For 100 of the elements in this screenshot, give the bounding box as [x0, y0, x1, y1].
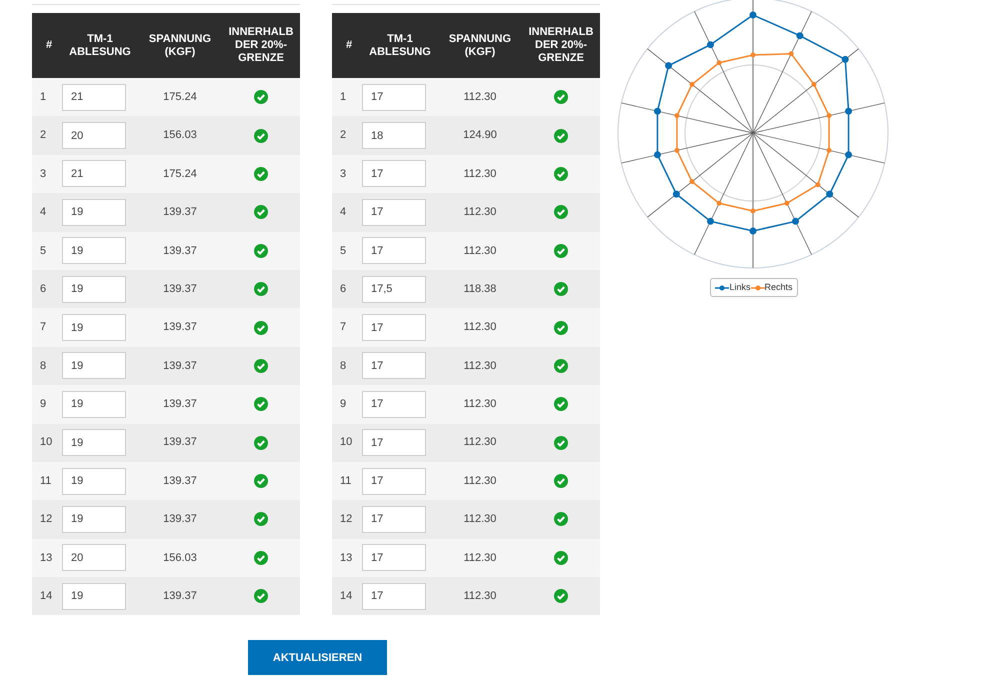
tension-value: 124.90 — [463, 128, 497, 144]
row-number: 4 — [339, 205, 346, 220]
row-number: 5 — [39, 244, 46, 258]
reading-input[interactable]: 17 — [362, 237, 426, 264]
reading-input[interactable]: 17 — [362, 582, 426, 610]
data-point — [750, 228, 756, 234]
row-number: 8 — [339, 358, 346, 374]
reading-input[interactable]: 19 — [62, 429, 126, 456]
reading-input[interactable]: 19 — [62, 237, 126, 264]
legend-label: Links — [729, 280, 750, 294]
row-number: 7 — [39, 320, 46, 336]
column-header: SPANNUNG (KGF) — [148, 32, 212, 58]
row-number: 6 — [39, 282, 46, 297]
tension-value: 139.37 — [163, 397, 197, 412]
tension-value: 112.30 — [464, 550, 496, 566]
data-point — [706, 218, 714, 225]
column-header: TM-1 ABLESUNG — [368, 32, 432, 58]
data-point — [784, 200, 790, 206]
row-number: 11 — [339, 474, 352, 489]
row-number: 9 — [39, 397, 46, 412]
reading-input[interactable]: 20 — [62, 122, 126, 150]
reading-input[interactable]: 19 — [62, 506, 126, 533]
update-button[interactable]: AKTUALISIEREN — [248, 640, 387, 676]
tension-value: 156.03 — [163, 128, 197, 144]
data-point — [842, 56, 849, 63]
column-header: SPANNUNG (KGF) — [448, 32, 512, 58]
tension-value: 139.37 — [163, 282, 197, 297]
tension-value: 112.30 — [464, 205, 496, 220]
tension-value: 112.30 — [464, 358, 496, 374]
row-number: 12 — [339, 512, 352, 528]
data-point — [826, 113, 832, 118]
row-number: 3 — [339, 166, 346, 182]
data-point — [674, 148, 680, 153]
tension-value: 139.37 — [163, 589, 197, 604]
data-point — [750, 208, 756, 214]
data-point — [845, 108, 852, 115]
reading-input[interactable]: 17 — [362, 84, 426, 111]
data-point — [792, 218, 800, 225]
tension-value: 112.30 — [464, 512, 496, 528]
column-header: # — [344, 39, 354, 52]
tension-value: 112.30 — [464, 320, 496, 336]
data-point — [811, 82, 816, 87]
tension-value: 118.38 — [464, 282, 496, 297]
reading-input[interactable]: 17 — [362, 352, 426, 380]
tension-value: 139.37 — [163, 358, 197, 374]
reading-input[interactable]: 19 — [62, 276, 126, 303]
tension-value: 112.30 — [464, 397, 496, 412]
row-number: 1 — [339, 90, 346, 105]
reading-input[interactable]: 19 — [62, 390, 126, 418]
data-point — [750, 12, 756, 18]
reading-input[interactable]: 17 — [362, 506, 426, 533]
reading-input[interactable]: 17 — [362, 468, 426, 495]
reading-input[interactable]: 17 — [362, 198, 426, 226]
row-number: 4 — [39, 205, 46, 220]
data-point — [716, 60, 722, 66]
reading-input[interactable]: 17 — [362, 429, 426, 456]
data-point — [796, 32, 804, 40]
reading-input[interactable]: 19 — [62, 314, 126, 342]
data-point — [706, 41, 714, 48]
data-point — [654, 108, 661, 115]
tension-value: 139.37 — [163, 320, 197, 336]
column-header: # — [44, 39, 54, 52]
row-number: 13 — [339, 550, 352, 566]
tension-value: 112.30 — [464, 474, 496, 489]
reading-input[interactable]: 19 — [62, 352, 126, 380]
reading-input[interactable]: 17 — [362, 544, 426, 572]
data-point — [716, 200, 722, 206]
data-point — [674, 113, 680, 118]
reading-input[interactable]: 21 — [62, 160, 126, 188]
data-point — [845, 151, 852, 158]
data-point — [665, 62, 672, 70]
reading-input[interactable]: 17 — [362, 314, 426, 342]
data-point — [654, 151, 661, 158]
row-number: 6 — [339, 282, 346, 297]
data-point — [690, 82, 695, 87]
row-number: 5 — [339, 244, 346, 258]
reading-input[interactable]: 19 — [62, 468, 126, 495]
reading-input[interactable]: 18 — [362, 122, 426, 150]
reading-input[interactable]: 21 — [62, 84, 126, 111]
row-number: 12 — [39, 512, 52, 528]
reading-input[interactable]: 17 — [362, 390, 426, 418]
reading-input[interactable]: 19 — [62, 198, 126, 226]
reading-input[interactable]: 17 — [362, 160, 426, 188]
tension-value: 139.37 — [163, 512, 197, 528]
tension-value: 112.30 — [464, 90, 496, 105]
reading-input[interactable]: 20 — [62, 544, 126, 572]
row-number: 3 — [39, 166, 46, 182]
column-header: INNERHALB DER 20%-GRENZE — [228, 26, 294, 65]
row-number: 8 — [39, 358, 46, 374]
tension-value: 139.37 — [163, 474, 197, 489]
reading-input[interactable]: 17,5 — [362, 276, 426, 303]
tension-value: 112.30 — [464, 435, 496, 450]
row-number: 2 — [339, 128, 346, 144]
row-number: 13 — [39, 550, 52, 566]
reading-input[interactable]: 19 — [62, 582, 126, 610]
tension-value: 156.03 — [163, 550, 197, 566]
tension-value: 139.37 — [163, 435, 197, 450]
row-number: 7 — [339, 320, 346, 336]
tension-value: 175.24 — [163, 90, 197, 105]
data-point — [690, 179, 695, 184]
